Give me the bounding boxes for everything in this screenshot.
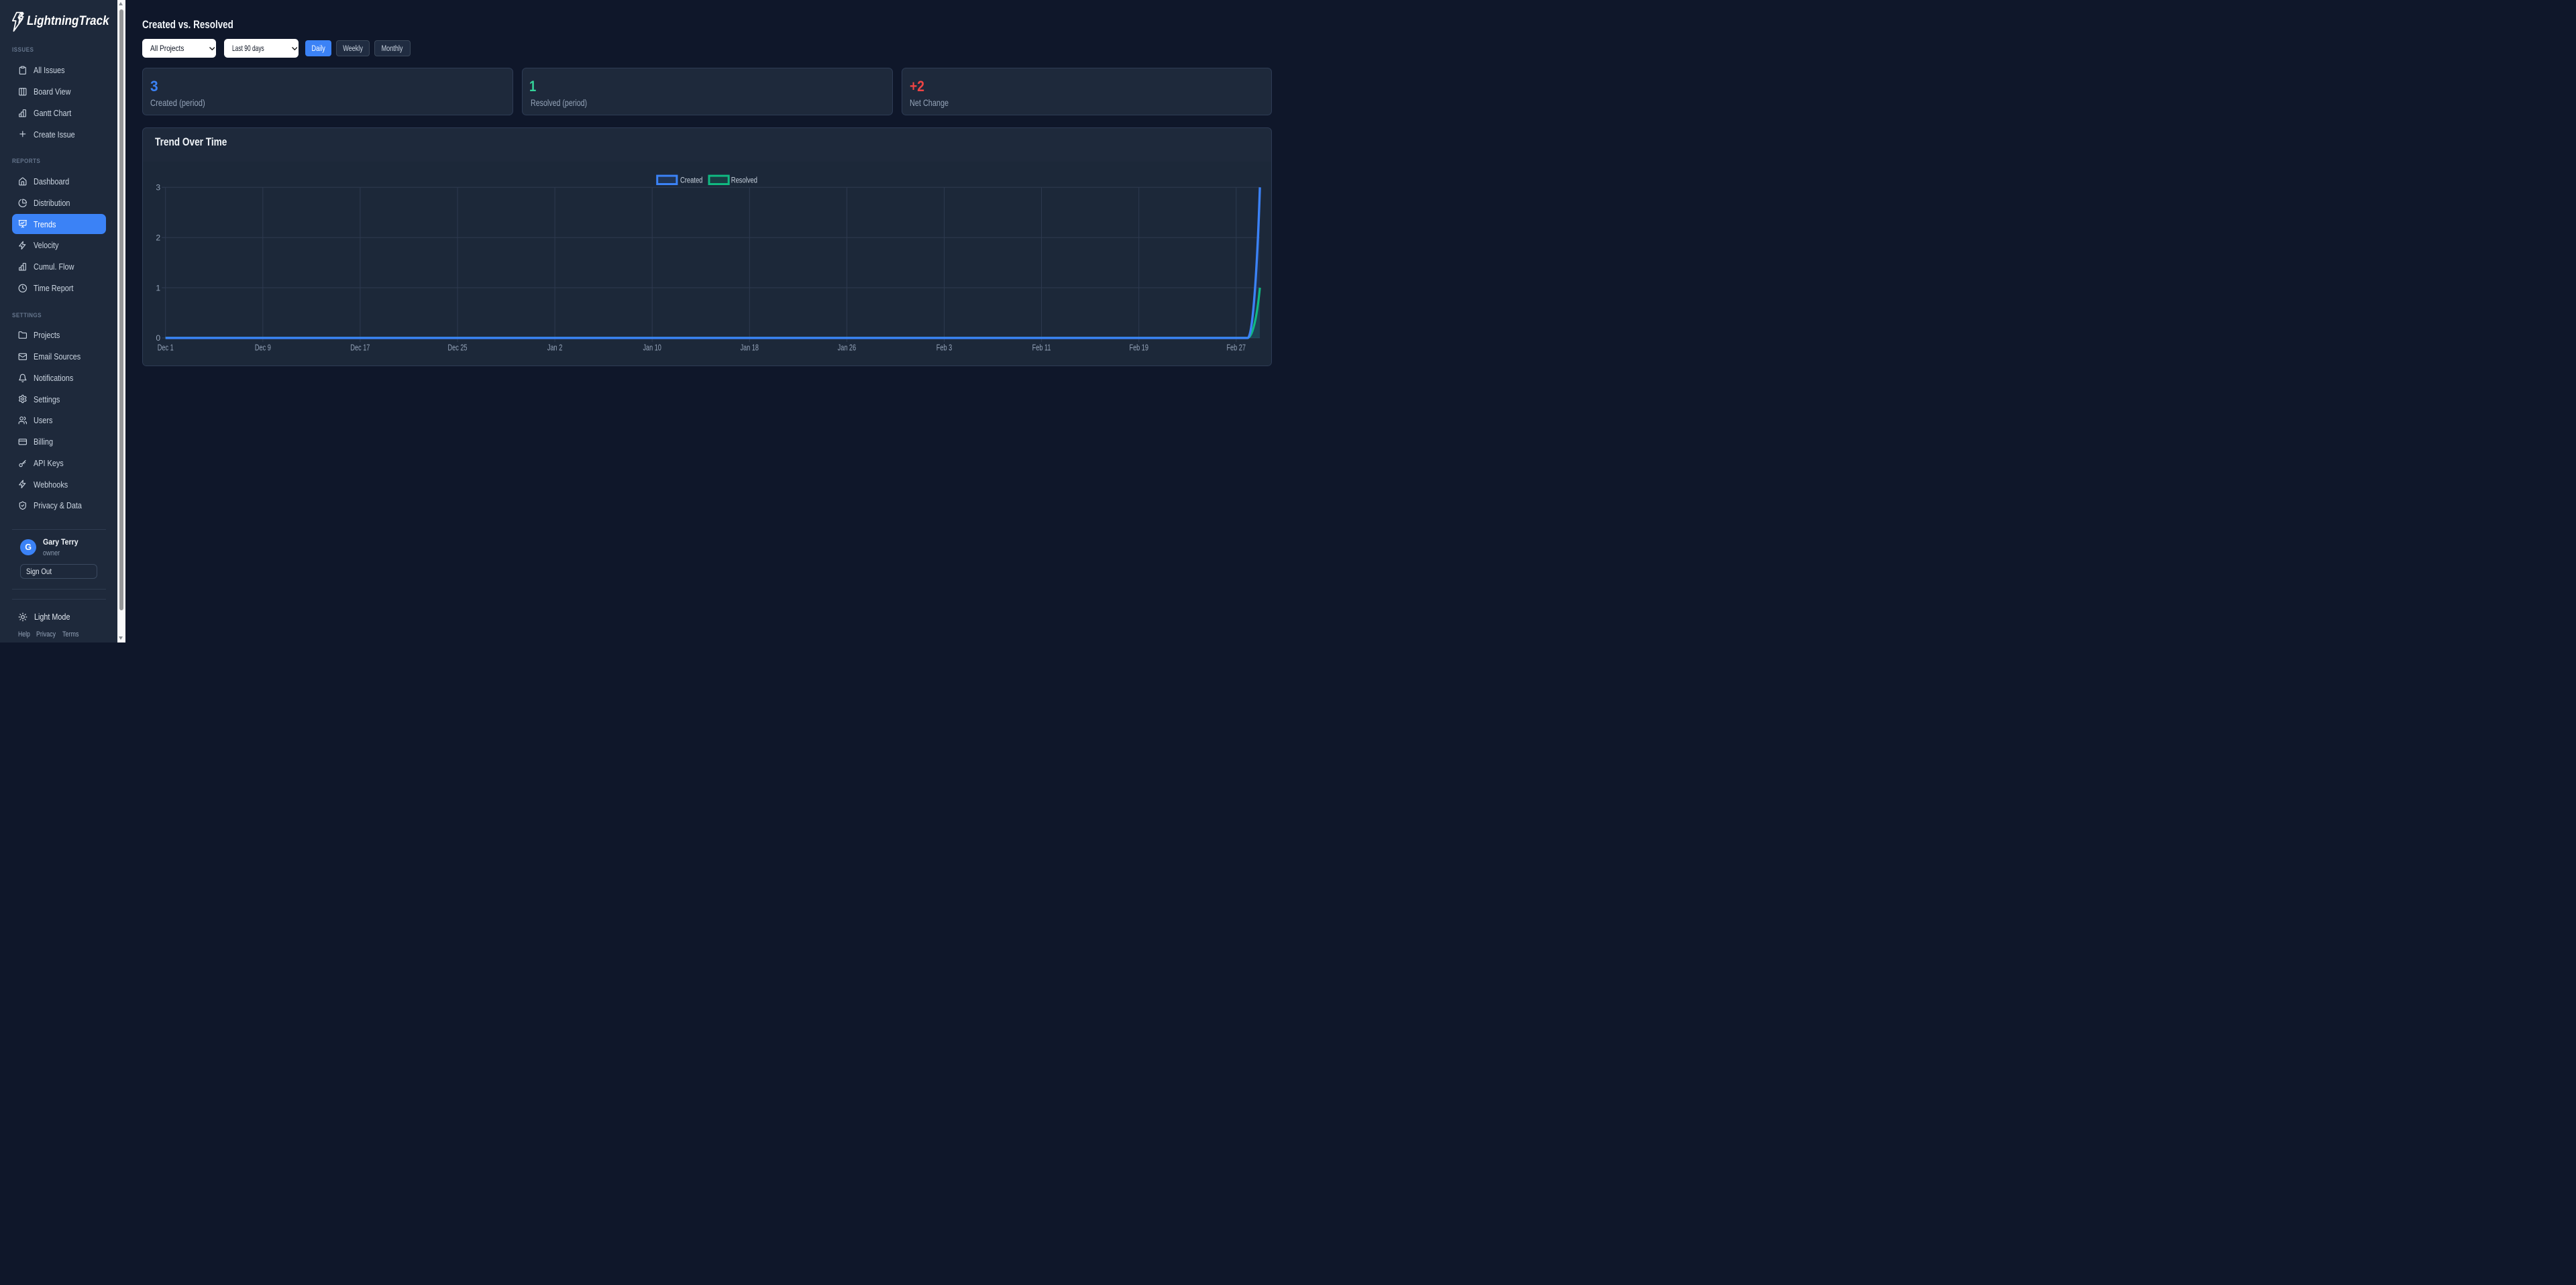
svg-text:0: 0 <box>156 333 160 343</box>
svg-text:Jan 10: Jan 10 <box>643 342 661 352</box>
svg-text:Created: Created <box>680 176 702 185</box>
svg-text:Feb 3: Feb 3 <box>936 342 951 352</box>
svg-text:Jan 18: Jan 18 <box>740 342 758 352</box>
svg-text:Dec 25: Dec 25 <box>447 342 467 352</box>
svg-text:Jan 26: Jan 26 <box>837 342 855 352</box>
svg-text:Resolved: Resolved <box>731 176 757 185</box>
svg-text:2: 2 <box>156 233 160 242</box>
svg-text:Feb 19: Feb 19 <box>1129 342 1148 352</box>
svg-text:Feb 11: Feb 11 <box>1032 342 1051 352</box>
svg-text:Jan 2: Jan 2 <box>547 342 561 352</box>
svg-text:Dec 17: Dec 17 <box>350 342 370 352</box>
svg-text:Dec 9: Dec 9 <box>254 342 270 352</box>
svg-text:Feb 27: Feb 27 <box>1226 342 1245 352</box>
svg-text:3: 3 <box>156 182 160 192</box>
svg-text:Dec 1: Dec 1 <box>157 342 173 352</box>
svg-text:1: 1 <box>156 283 160 292</box>
